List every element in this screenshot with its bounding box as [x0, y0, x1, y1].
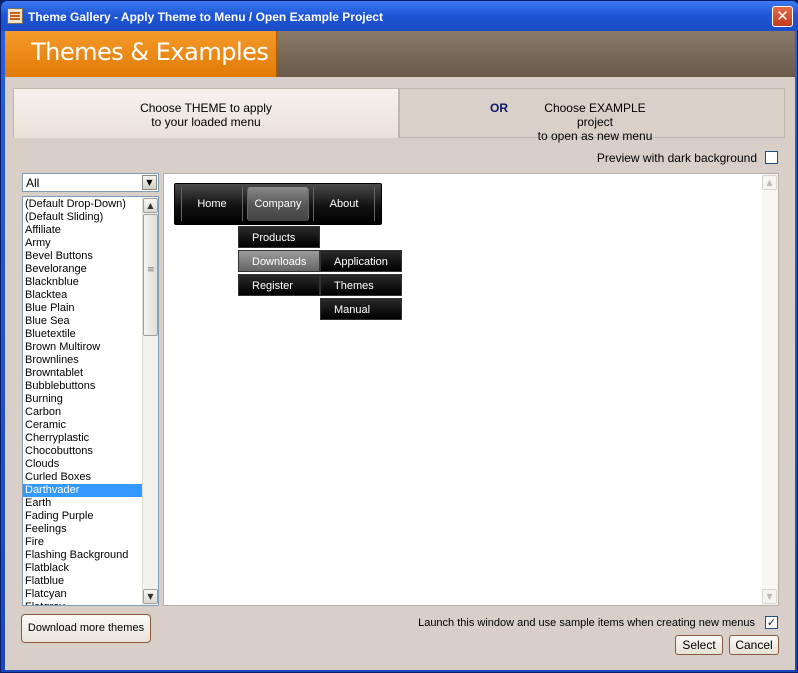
submenu-item-register[interactable]: Register	[238, 274, 320, 296]
theme-list-item[interactable]: Bevelorange	[23, 263, 143, 276]
or-label: OR	[490, 101, 508, 115]
theme-list-item[interactable]: Flatcyan	[23, 588, 143, 601]
scroll-down-icon[interactable]: ▼	[143, 589, 158, 604]
theme-list-item[interactable]: Brown Multirow	[23, 341, 143, 354]
header-title: Themes & Examples	[31, 38, 269, 66]
theme-list-item[interactable]: Chocobuttons	[23, 445, 143, 458]
submenu-item-application[interactable]: Application	[320, 250, 402, 272]
tab-theme-line1: Choose THEME to apply	[140, 101, 272, 115]
theme-list-item[interactable]: Browntablet	[23, 367, 143, 380]
preview-dark-checkbox[interactable]	[765, 151, 778, 164]
preview-scroll-down-icon[interactable]: ▼	[762, 589, 777, 604]
launch-window-checkbox[interactable]: ✓	[765, 616, 778, 629]
theme-list-item[interactable]: Blue Plain	[23, 302, 143, 315]
theme-preview-area: Home Company About Products Downloads Re…	[163, 173, 779, 606]
launch-window-label: Launch this window and use sample items …	[418, 617, 755, 629]
theme-list-item[interactable]: Bevel Buttons	[23, 250, 143, 263]
close-button[interactable]: ✕	[772, 6, 793, 27]
tab-example-line1: Choose EXAMPLE project	[544, 101, 646, 129]
download-more-themes-button[interactable]: Download more themes	[21, 614, 151, 643]
theme-list-item[interactable]: Flashing Background	[23, 549, 143, 562]
menu-item-about[interactable]: About	[313, 187, 375, 221]
tab-choose-example[interactable]: OR Choose EXAMPLE project to open as new…	[399, 88, 785, 143]
tab-example-text: Choose EXAMPLE project to open as new me…	[530, 101, 660, 143]
menu-item-company[interactable]: Company	[247, 187, 309, 221]
theme-list-item[interactable]: Cherryplastic	[23, 432, 143, 445]
theme-list-item[interactable]: Brownlines	[23, 354, 143, 367]
theme-list-item[interactable]: Flatgray	[23, 601, 143, 605]
theme-list-item[interactable]: Curled Boxes	[23, 471, 143, 484]
header-band: Themes & Examples	[5, 31, 795, 77]
theme-list-item[interactable]: Bubblebuttons	[23, 380, 143, 393]
scroll-up-icon[interactable]: ▲	[143, 198, 158, 213]
preview-menu-bar: Home Company About	[174, 183, 382, 225]
cancel-button[interactable]: Cancel	[729, 635, 779, 655]
theme-list-item[interactable]: Bluetextile	[23, 328, 143, 341]
theme-list-item[interactable]: Fading Purple	[23, 510, 143, 523]
submenu-item-downloads[interactable]: Downloads	[238, 250, 320, 272]
theme-list-item[interactable]: Blacktea	[23, 289, 143, 302]
header-tab: Themes & Examples	[5, 31, 277, 77]
theme-list-item[interactable]: Blue Sea	[23, 315, 143, 328]
preview-scroll-up-icon[interactable]: ▲	[762, 175, 777, 190]
preview-scrollbar[interactable]: ▲ ▼	[762, 174, 778, 605]
preview-dark-label: Preview with dark background	[596, 151, 757, 165]
dialog-client: Themes & Examples Choose THEME to apply …	[5, 31, 795, 670]
theme-list-item[interactable]: (Default Drop-Down)	[23, 198, 143, 211]
theme-list-item[interactable]: Ceramic	[23, 419, 143, 432]
theme-list-item[interactable]: Affiliate	[23, 224, 143, 237]
theme-list-item[interactable]: Blacknblue	[23, 276, 143, 289]
theme-list-item[interactable]: Flatblack	[23, 562, 143, 575]
submenu-item-themes[interactable]: Themes	[320, 274, 402, 296]
filter-value: All	[26, 176, 40, 190]
theme-list-items: (Default Drop-Down) (Default Sliding) Affi…	[23, 198, 143, 605]
theme-list-item[interactable]: (Default Sliding)	[23, 211, 143, 224]
theme-list-item[interactable]: Carbon	[23, 406, 143, 419]
theme-list-scrollbar[interactable]: ▲ ▼	[142, 197, 158, 605]
theme-list-item[interactable]: Burning	[23, 393, 143, 406]
theme-list-item[interactable]: Earth	[23, 497, 143, 510]
tab-example-line2: to open as new menu	[537, 129, 653, 143]
theme-filter-select[interactable]: All ▼	[22, 173, 159, 192]
app-icon	[7, 8, 23, 24]
tab-theme-line2: to your loaded menu	[151, 115, 261, 129]
theme-gallery-window: Theme Gallery - Apply Theme to Menu / Op…	[0, 0, 798, 673]
theme-list-item[interactable]: Feelings	[23, 523, 143, 536]
menu-item-home[interactable]: Home	[181, 187, 243, 221]
select-button[interactable]: Select	[675, 635, 723, 655]
theme-list-item[interactable]: Flatblue	[23, 575, 143, 588]
submenu-item-products[interactable]: Products	[238, 226, 320, 248]
window-title: Theme Gallery - Apply Theme to Menu / Op…	[28, 10, 383, 24]
title-bar[interactable]: Theme Gallery - Apply Theme to Menu / Op…	[1, 1, 798, 31]
chevron-down-icon[interactable]: ▼	[142, 175, 157, 190]
submenu-item-manual[interactable]: Manual	[320, 298, 402, 320]
theme-list-item[interactable]: Darthvader	[23, 484, 143, 497]
theme-list-item[interactable]: Clouds	[23, 458, 143, 471]
scroll-thumb[interactable]	[143, 214, 158, 336]
tab-choose-theme[interactable]: Choose THEME to apply to your loaded men…	[13, 88, 399, 138]
theme-list[interactable]: (Default Drop-Down) (Default Sliding) Affi…	[22, 196, 159, 606]
theme-list-item[interactable]: Fire	[23, 536, 143, 549]
theme-list-item[interactable]: Army	[23, 237, 143, 250]
mode-tabs: Choose THEME to apply to your loaded men…	[13, 88, 785, 143]
